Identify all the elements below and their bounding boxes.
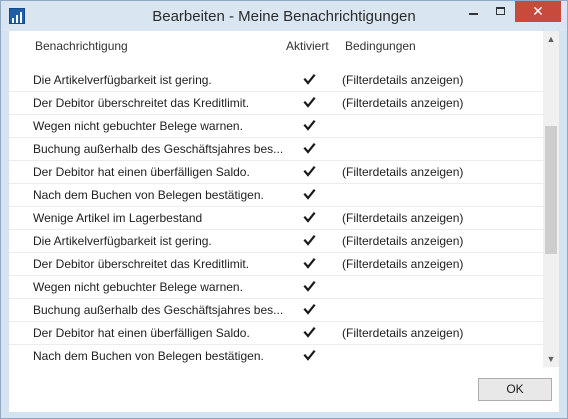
notification-name[interactable]: Der Debitor überschreitet das Kreditlimi… <box>33 96 283 110</box>
notification-name[interactable]: Wegen nicht gebuchter Belege warnen. <box>33 119 283 133</box>
notification-name[interactable]: Nach dem Buchen von Belegen bestätigen. <box>33 349 283 363</box>
notification-name[interactable]: Der Debitor hat einen überfälligen Saldo… <box>33 165 283 179</box>
active-checkbox[interactable] <box>303 303 316 316</box>
checkmark-icon <box>303 142 316 154</box>
table-row[interactable]: Buchung außerhalb des Geschäftsjahres be… <box>9 138 543 161</box>
column-header-notification[interactable]: Benachrichtigung <box>35 39 128 53</box>
close-icon: ✕ <box>532 3 544 19</box>
vertical-scrollbar[interactable]: ▲ ▼ <box>543 31 559 367</box>
notification-name[interactable]: Buchung außerhalb des Geschäftsjahres be… <box>33 303 283 317</box>
table-row[interactable]: Der Debitor überschreitet das Kreditlimi… <box>9 253 543 276</box>
conditions-link[interactable]: (Filterdetails anzeigen) <box>342 96 463 110</box>
checkmark-icon <box>303 119 316 131</box>
table-row[interactable]: Buchung außerhalb des Geschäftsjahres be… <box>9 299 543 322</box>
active-checkbox[interactable] <box>303 188 316 201</box>
checkmark-icon <box>303 257 316 269</box>
ok-button[interactable]: OK <box>478 378 552 401</box>
table-row[interactable]: Der Debitor überschreitet das Kreditlimi… <box>9 92 543 115</box>
conditions-link[interactable]: (Filterdetails anzeigen) <box>342 234 463 248</box>
dialog-window: Bearbeiten - Meine Benachrichtigungen ✕ … <box>0 0 568 419</box>
close-button[interactable]: ✕ <box>515 1 561 22</box>
active-checkbox[interactable] <box>303 257 316 270</box>
conditions-link[interactable]: (Filterdetails anzeigen) <box>342 165 463 179</box>
conditions-link[interactable]: (Filterdetails anzeigen) <box>342 257 463 271</box>
grid-rows: Die Artikelverfügbarkeit ist gering. (Fil… <box>9 69 543 367</box>
checkmark-icon <box>303 280 316 292</box>
checkmark-icon <box>303 165 316 177</box>
active-checkbox[interactable] <box>303 142 316 155</box>
notifications-grid: Benachrichtigung Aktiviert Bedingungen D… <box>9 31 559 367</box>
table-row[interactable]: Nach dem Buchen von Belegen bestätigen. <box>9 345 543 367</box>
scrollbar-thumb[interactable] <box>545 126 557 254</box>
maximize-icon <box>496 7 505 15</box>
active-checkbox[interactable] <box>303 165 316 178</box>
active-checkbox[interactable] <box>303 326 316 339</box>
checkmark-icon <box>303 96 316 108</box>
notification-name[interactable]: Die Artikelverfügbarkeit ist gering. <box>33 73 283 87</box>
maximize-button[interactable] <box>487 1 514 22</box>
notification-name[interactable]: Die Artikelverfügbarkeit ist gering. <box>33 234 283 248</box>
notification-name[interactable]: Nach dem Buchen von Belegen bestätigen. <box>33 188 283 202</box>
conditions-link[interactable]: (Filterdetails anzeigen) <box>342 73 463 87</box>
scroll-up-arrow-icon[interactable]: ▲ <box>543 31 559 47</box>
scroll-down-arrow-icon[interactable]: ▼ <box>543 351 559 367</box>
checkmark-icon <box>303 303 316 315</box>
conditions-link[interactable]: (Filterdetails anzeigen) <box>342 211 463 225</box>
notification-name[interactable]: Der Debitor hat einen überfälligen Saldo… <box>33 326 283 340</box>
notification-name[interactable]: Buchung außerhalb des Geschäftsjahres be… <box>33 142 283 156</box>
column-header-active[interactable]: Aktiviert <box>286 39 329 53</box>
table-row[interactable]: Der Debitor hat einen überfälligen Saldo… <box>9 322 543 345</box>
table-row[interactable]: Wegen nicht gebuchter Belege warnen. <box>9 276 543 299</box>
checkmark-icon <box>303 234 316 246</box>
table-row[interactable]: Der Debitor hat einen überfälligen Saldo… <box>9 161 543 184</box>
active-checkbox[interactable] <box>303 234 316 247</box>
minimize-icon <box>469 13 478 15</box>
notification-name[interactable]: Wenige Artikel im Lagerbestand <box>33 211 283 225</box>
table-row[interactable]: Die Artikelverfügbarkeit ist gering. (Fil… <box>9 230 543 253</box>
table-row[interactable]: Nach dem Buchen von Belegen bestätigen. <box>9 184 543 207</box>
table-row[interactable]: Die Artikelverfügbarkeit ist gering. (Fil… <box>9 69 543 92</box>
title-bar[interactable]: Bearbeiten - Meine Benachrichtigungen ✕ <box>1 1 567 31</box>
active-checkbox[interactable] <box>303 119 316 132</box>
column-header-conditions[interactable]: Bedingungen <box>345 39 416 53</box>
minimize-button[interactable] <box>460 1 487 22</box>
checkmark-icon <box>303 211 316 223</box>
grid-header: Benachrichtigung Aktiviert Bedingungen <box>9 31 543 67</box>
conditions-link[interactable]: (Filterdetails anzeigen) <box>342 326 463 340</box>
dialog-content: Benachrichtigung Aktiviert Bedingungen D… <box>9 31 559 412</box>
checkmark-icon <box>303 349 316 361</box>
active-checkbox[interactable] <box>303 349 316 362</box>
table-row[interactable]: Wenige Artikel im Lagerbestand (Filterdet… <box>9 207 543 230</box>
checkmark-icon <box>303 326 316 338</box>
table-row[interactable]: Wegen nicht gebuchter Belege warnen. <box>9 115 543 138</box>
active-checkbox[interactable] <box>303 73 316 86</box>
checkmark-icon <box>303 188 316 200</box>
active-checkbox[interactable] <box>303 280 316 293</box>
notification-name[interactable]: Wegen nicht gebuchter Belege warnen. <box>33 280 283 294</box>
active-checkbox[interactable] <box>303 211 316 224</box>
checkmark-icon <box>303 73 316 85</box>
notification-name[interactable]: Der Debitor überschreitet das Kreditlimi… <box>33 257 283 271</box>
active-checkbox[interactable] <box>303 96 316 109</box>
